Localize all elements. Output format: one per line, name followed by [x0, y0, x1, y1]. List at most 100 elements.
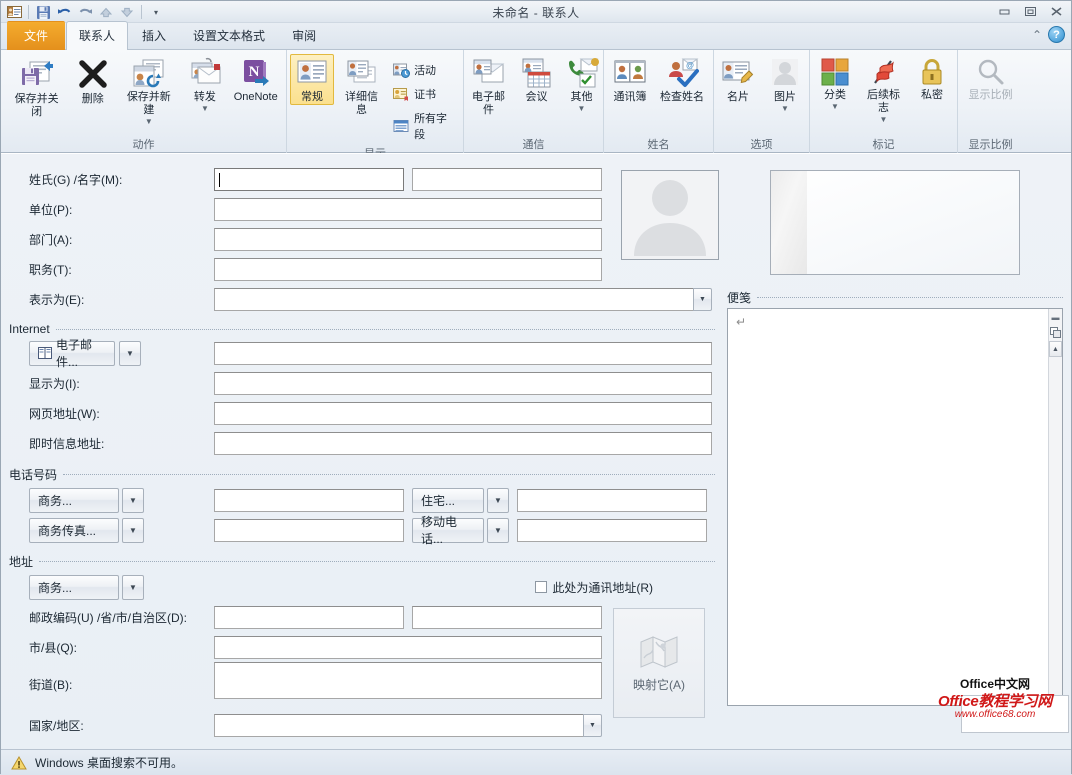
company-input[interactable] — [214, 198, 602, 221]
postal-code-input[interactable] — [214, 606, 404, 629]
business-card-stripe — [771, 171, 807, 274]
activities-button[interactable]: 活动 — [389, 58, 460, 82]
categorize-button[interactable]: 分类 ▼ — [813, 54, 857, 111]
close-button[interactable] — [1045, 3, 1067, 19]
file-as-input[interactable] — [214, 288, 694, 311]
email-type-dropdown-icon[interactable]: ▼ — [119, 341, 141, 366]
check-names-button[interactable]: @ 检查姓名 — [654, 54, 710, 105]
street-input[interactable] — [214, 662, 602, 699]
ribbon-tab-bar: 文件 联系人 插入 设置文本格式 审阅 ⌃ ? — [1, 23, 1071, 50]
file-as-label: 表示为(E): — [9, 291, 214, 308]
country-combo[interactable]: ▼ — [214, 714, 602, 737]
meeting-button[interactable]: 会议 — [515, 54, 559, 105]
job-title-input[interactable] — [214, 258, 602, 281]
tab-contact[interactable]: 联系人 — [66, 21, 128, 51]
picture-label: 图片 — [774, 91, 796, 104]
mailing-address-checkbox[interactable] — [535, 581, 547, 593]
im-address-input[interactable] — [214, 432, 712, 455]
restore-button[interactable] — [1019, 3, 1041, 19]
phone-type-business-fax-button[interactable]: 商务传真... — [29, 518, 119, 543]
file-as-row: 表示为(E): ▼ — [9, 284, 715, 314]
phone-type-business-button[interactable]: 商务... — [29, 488, 119, 513]
department-input[interactable] — [214, 228, 602, 251]
phone-type-mobile-dropdown-icon[interactable]: ▼ — [487, 518, 509, 543]
more-button[interactable]: 其他 ▼ — [560, 54, 604, 113]
general-button[interactable]: 常规 — [290, 54, 334, 105]
country-dropdown-icon[interactable]: ▼ — [583, 714, 602, 737]
last-name-input[interactable] — [214, 168, 404, 191]
phone-business-fax-input[interactable] — [214, 519, 404, 542]
certificates-button[interactable]: 证书 — [389, 82, 460, 106]
phone-business-input[interactable] — [214, 489, 404, 512]
address-type-button[interactable]: 商务... — [29, 575, 119, 600]
phone-home-input[interactable] — [517, 489, 707, 512]
state-input[interactable] — [412, 606, 602, 629]
country-input[interactable] — [214, 714, 584, 737]
all-fields-button[interactable]: 所有字段 — [389, 106, 460, 146]
forward-dropdown-icon[interactable]: ▼ — [201, 105, 209, 112]
zoom-button[interactable]: 显示比例 — [963, 54, 1019, 103]
mailing-address-checkbox-row[interactable]: 此处为通讯地址(R) — [535, 579, 653, 596]
web-page-input[interactable] — [214, 402, 712, 425]
save-and-close-button[interactable]: 保存并关闭 — [4, 54, 69, 120]
minimize-button[interactable] — [993, 3, 1015, 19]
address-book-button[interactable]: 通讯簿 — [607, 54, 653, 105]
help-icon[interactable]: ? — [1048, 26, 1065, 43]
details-button[interactable]: 详细信息 — [335, 54, 388, 118]
picture-button[interactable]: 图片 ▼ — [762, 54, 808, 113]
first-name-input[interactable] — [412, 168, 602, 191]
outlook-contact-window: ▾ 未命名 - 联系人 文件 联系人 插入 设置文本格式 审阅 ⌃ ? — [0, 0, 1072, 774]
picture-icon — [768, 57, 802, 89]
email-type-button[interactable]: 电子邮件... — [29, 341, 115, 366]
display-as-input[interactable] — [214, 372, 712, 395]
more-dropdown-icon[interactable]: ▼ — [578, 105, 586, 112]
tab-review[interactable]: 审阅 — [279, 21, 329, 50]
ribbon-group-tags: 分类 ▼ 后续标志 ▼ 私密 标记 — [809, 50, 957, 153]
save-and-new-button[interactable]: 保存并新建 ▼ — [116, 54, 181, 126]
file-as-dropdown-icon[interactable]: ▼ — [693, 288, 712, 311]
address-type-dropdown-icon[interactable]: ▼ — [122, 575, 144, 600]
email-button[interactable]: 电子邮件 — [464, 54, 514, 118]
contact-photo[interactable] — [621, 170, 719, 260]
phone-type-business-fax-dropdown-icon[interactable]: ▼ — [122, 518, 144, 543]
follow-up-dropdown-icon[interactable]: ▼ — [880, 116, 888, 123]
street-label: 街道(B): — [9, 662, 214, 693]
city-input[interactable] — [214, 636, 602, 659]
watermark-backdrop — [961, 695, 1069, 733]
email-input[interactable] — [214, 342, 712, 365]
street-row: 街道(B): — [9, 662, 715, 710]
name-row: 姓氏(G) /名字(M): — [9, 164, 715, 194]
tab-file[interactable]: 文件 — [7, 21, 65, 50]
notes-scroll-top-handle[interactable]: ▬ — [1049, 309, 1062, 325]
city-label: 市/县(Q): — [9, 639, 214, 656]
phone-type-mobile-button[interactable]: 移动电话... — [412, 518, 484, 543]
save-and-close-label: 保存并关闭 — [10, 93, 63, 119]
categorize-dropdown-icon[interactable]: ▼ — [831, 103, 839, 110]
phone-type-business-dropdown-icon[interactable]: ▼ — [122, 488, 144, 513]
tab-format-text[interactable]: 设置文本格式 — [180, 21, 278, 50]
svg-text:@: @ — [686, 61, 694, 70]
notes-scrollbar[interactable]: ▬ ▲ — [1048, 309, 1062, 705]
phone-mobile-input[interactable] — [517, 519, 707, 542]
private-button[interactable]: 私密 — [910, 54, 954, 103]
map-it-button[interactable]: 映射它(A) — [613, 608, 705, 718]
window-controls — [993, 3, 1067, 19]
onenote-button[interactable]: N OneNote — [228, 54, 283, 105]
phone-type-home-button[interactable]: 住宅... — [412, 488, 484, 513]
business-card-button[interactable]: 名片 — [715, 54, 761, 105]
picture-dropdown-icon[interactable]: ▼ — [781, 105, 789, 112]
split-pane-icon[interactable] — [1049, 325, 1062, 339]
file-as-combo[interactable]: ▼ — [214, 288, 712, 311]
address-book-icon — [613, 57, 647, 89]
collapse-ribbon-icon[interactable]: ⌃ — [1032, 28, 1042, 42]
notes-scroll-up-button[interactable]: ▲ — [1049, 341, 1062, 357]
notes-textarea[interactable]: ↵ ▬ ▲ — [727, 308, 1063, 706]
forward-button[interactable]: 转发 ▼ — [182, 54, 227, 113]
business-card-preview[interactable] — [770, 170, 1020, 275]
phone-type-home-dropdown-icon[interactable]: ▼ — [487, 488, 509, 513]
delete-button[interactable]: 删除 — [70, 54, 115, 107]
save-new-dropdown-icon[interactable]: ▼ — [145, 118, 153, 125]
svg-text:N: N — [248, 64, 259, 80]
tab-insert[interactable]: 插入 — [129, 21, 179, 50]
follow-up-button[interactable]: 后续标志 ▼ — [858, 54, 909, 124]
